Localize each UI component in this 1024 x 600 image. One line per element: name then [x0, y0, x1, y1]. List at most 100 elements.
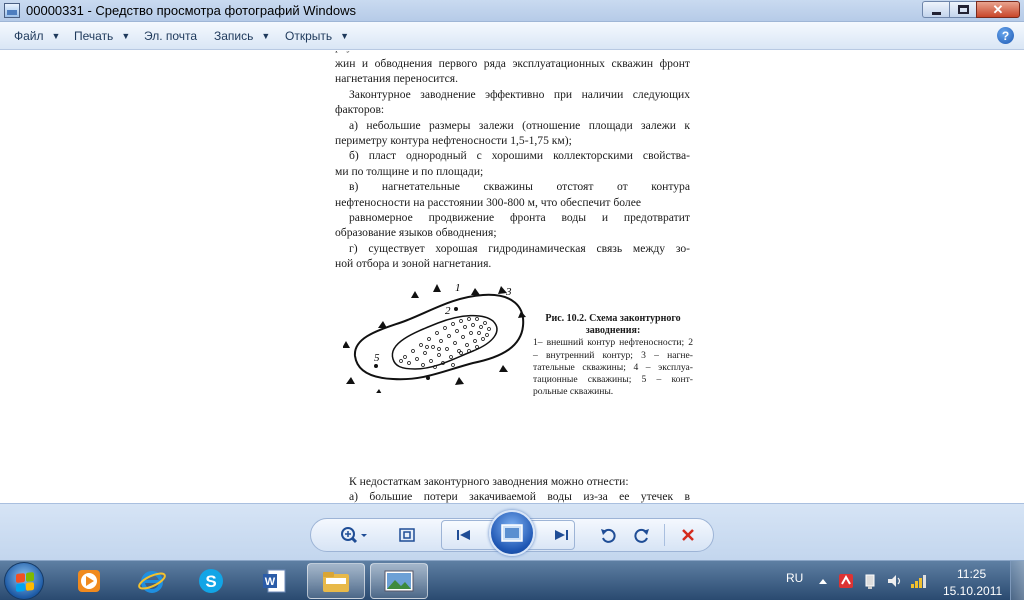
tray-antivirus[interactable] — [838, 573, 854, 589]
producing-well-marker — [437, 347, 441, 351]
producing-well-marker — [463, 325, 467, 329]
rotate-clockwise-icon — [634, 528, 649, 543]
producing-well-marker — [423, 351, 427, 355]
menu-print[interactable]: Печать ▼ — [68, 22, 136, 50]
clock-time[interactable]: 11:25 — [957, 567, 986, 581]
producing-well-marker — [487, 327, 491, 331]
minimize-button[interactable] — [922, 1, 949, 18]
taskbar-skype[interactable]: S — [182, 563, 240, 599]
zoom-button[interactable] — [336, 520, 372, 550]
taskbar-internet-explorer[interactable] — [123, 563, 181, 599]
menu-email[interactable]: Эл. почта — [138, 22, 203, 50]
producing-well-marker — [471, 323, 475, 327]
figure-label-3: 3 — [505, 286, 512, 298]
menu-file[interactable]: Файл ▼ — [8, 22, 66, 50]
producing-well-marker — [475, 345, 479, 349]
skype-icon: S — [199, 569, 223, 593]
figure-label-2: 2 — [445, 305, 451, 317]
word-icon: W — [263, 569, 286, 593]
rotate-clockwise-button[interactable] — [631, 520, 653, 550]
producing-well-marker — [411, 349, 415, 353]
producing-well-marker — [447, 334, 451, 338]
producing-well-marker — [449, 355, 453, 359]
chevron-down-icon: ▼ — [121, 31, 131, 41]
svg-text:S: S — [205, 572, 216, 591]
producing-well-marker — [477, 331, 481, 335]
producing-well-marker — [425, 345, 429, 349]
menu-print-label: Печать — [74, 29, 114, 43]
document-text-line: б) пласт однородный с хорошими коллектор… — [349, 149, 690, 163]
taskbar-media-player[interactable] — [60, 563, 118, 599]
taskbar: S W RU 11:25 15.10.2011 — [0, 560, 1024, 600]
help-icon[interactable]: ? — [997, 27, 1014, 44]
menu-burn[interactable]: Запись ▼ — [208, 22, 276, 50]
producing-well-marker — [473, 339, 477, 343]
document-text-line: нагнетания переносится. — [335, 72, 458, 86]
minimize-icon — [931, 11, 941, 15]
producing-well-marker — [421, 363, 425, 367]
next-button[interactable] — [546, 520, 576, 550]
svg-text:W: W — [265, 576, 276, 588]
producing-well-marker — [399, 359, 403, 363]
chevron-down-icon: ▼ — [340, 31, 350, 41]
clock-date[interactable]: 15.10.2011 — [943, 584, 1002, 598]
internet-explorer-icon — [138, 571, 166, 593]
show-desktop-button[interactable] — [1010, 561, 1024, 600]
fit-to-window-button[interactable] — [394, 520, 420, 550]
document-text-line: Законтурное заводнение эффективно при на… — [349, 87, 690, 101]
producing-well-marker — [481, 337, 485, 341]
producing-well-marker — [459, 319, 463, 323]
waterflooding-scheme-diagram: 1 2 3 5 — [342, 282, 526, 396]
producing-well-marker — [451, 322, 455, 326]
producing-well-marker — [431, 345, 435, 349]
producing-well-marker — [459, 351, 463, 355]
maximize-button[interactable] — [949, 1, 976, 18]
tray-network[interactable] — [910, 573, 926, 589]
menu-burn-label: Запись — [214, 29, 254, 43]
figure-label-5: 5 — [374, 352, 380, 364]
menu-open[interactable]: Открыть ▼ — [279, 22, 355, 50]
taskbar-explorer[interactable] — [307, 563, 365, 599]
rotate-counterclockwise-button[interactable] — [597, 520, 619, 550]
previous-button[interactable] — [449, 520, 479, 550]
menu-bar: Файл ▼ Печать ▼ Эл. почта Запись ▼ Открыть ▼… — [0, 22, 1024, 50]
next-icon — [555, 530, 568, 540]
document-text-line: факторов: — [335, 103, 385, 117]
caption-text: 1– внешний контур нефтеносности; 2 – вну… — [533, 337, 693, 398]
language-indicator[interactable]: RU — [786, 571, 803, 585]
document-text-line: ми по толщине и по площади; — [335, 164, 484, 178]
close-button[interactable]: ✕ — [976, 1, 1020, 18]
chevron-up-icon — [819, 579, 827, 584]
producing-well-marker — [467, 317, 471, 321]
producing-well-marker — [469, 331, 473, 335]
rotate-counterclockwise-icon — [601, 528, 616, 543]
zoom-icon — [341, 527, 367, 544]
producing-well-marker — [427, 337, 431, 341]
slideshow-button[interactable] — [489, 510, 535, 556]
producing-well-marker — [451, 363, 455, 367]
delete-button[interactable] — [676, 520, 700, 550]
tray-safely-remove[interactable] — [862, 573, 878, 589]
producing-well-marker — [439, 339, 443, 343]
producing-well-marker — [475, 317, 479, 321]
producing-well-marker — [443, 326, 447, 330]
tray-volume[interactable] — [886, 573, 902, 589]
producing-well-marker — [435, 331, 439, 335]
producing-well-marker — [479, 325, 483, 329]
show-hidden-icons[interactable] — [815, 573, 831, 589]
taskbar-word[interactable]: W — [245, 563, 303, 599]
antivirus-icon — [839, 574, 853, 588]
producing-well-marker — [419, 343, 423, 347]
producing-well-marker — [437, 353, 441, 357]
taskbar-photo-viewer[interactable] — [370, 563, 428, 599]
producing-well-marker — [415, 357, 419, 361]
photo-viewer-icon — [384, 570, 414, 592]
start-button[interactable] — [4, 562, 44, 600]
producing-well-marker — [461, 335, 465, 339]
producing-well-marker — [465, 343, 469, 347]
clipped-text: рху · · · · · · · · · · · · · · · · · · … — [335, 51, 690, 54]
image-viewer[interactable]: рху · · · · · · · · · · · · · · · · · · … — [0, 51, 1024, 503]
figure-scheme: 1 2 3 5 — [342, 281, 533, 396]
document-text-line: равномерное продвижение фронта воды и пр… — [349, 211, 690, 224]
producing-well-marker — [453, 341, 457, 345]
